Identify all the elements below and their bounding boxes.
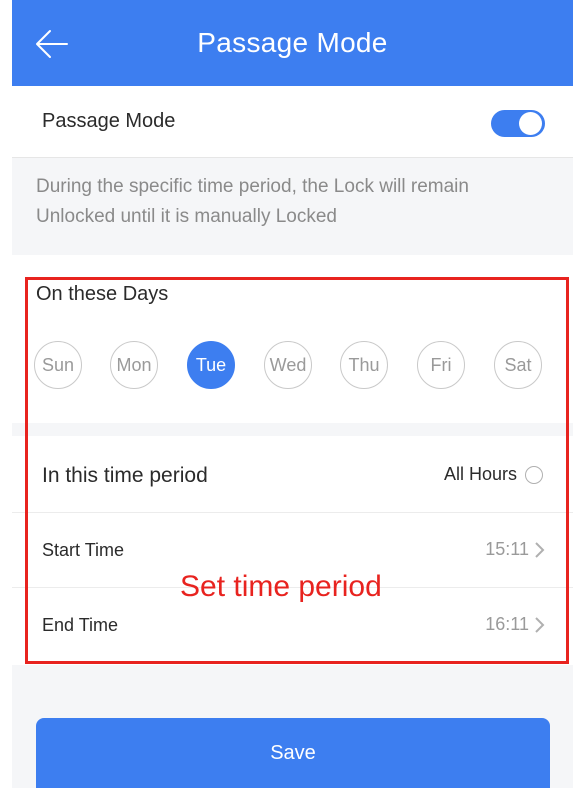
time-period-row: In this time period All Hours	[12, 436, 573, 513]
passage-mode-label: Passage Mode	[42, 110, 176, 132]
end-time-label: End Time	[42, 615, 119, 635]
end-time-value: 16:11	[485, 614, 529, 634]
all-hours-label: All Hours	[443, 464, 517, 484]
save-button[interactable]: Save	[36, 718, 550, 788]
day-tue-button[interactable]: Tue	[187, 341, 235, 389]
start-time-value: 15:11	[485, 539, 529, 559]
chevron-right-icon	[535, 616, 545, 633]
end-time-value-group: 16:11	[485, 614, 545, 635]
app-header: Passage Mode	[12, 0, 573, 86]
passage-mode-row: Passage Mode	[12, 86, 573, 158]
annotation-text: Set time period	[180, 570, 382, 603]
chevron-right-icon	[535, 541, 545, 558]
passage-mode-toggle[interactable]	[491, 110, 545, 137]
day-selector: Sun Mon Tue Wed Thu Fri Sat	[34, 341, 554, 389]
start-time-label: Start Time	[42, 540, 125, 560]
day-mon-button[interactable]: Mon	[110, 341, 158, 389]
day-thu-button[interactable]: Thu	[340, 341, 388, 389]
day-sat-button[interactable]: Sat	[494, 341, 542, 389]
time-period-label: In this time period	[42, 464, 208, 487]
all-hours-option[interactable]: All Hours	[444, 464, 543, 485]
days-title: On these Days	[36, 283, 169, 305]
toggle-knob	[519, 112, 542, 135]
passage-mode-description: During the specific time period, the Loc…	[36, 176, 469, 227]
day-sun-button[interactable]: Sun	[34, 341, 82, 389]
day-fri-button[interactable]: Fri	[417, 341, 465, 389]
days-section: On these Days Sun Mon Tue Wed Thu Fri Sa…	[12, 255, 573, 423]
start-time-value-group: 15:11	[485, 539, 545, 560]
all-hours-radio[interactable]	[525, 465, 543, 484]
time-section: In this time period All Hours Start Time…	[12, 436, 573, 665]
page-title: Passage Mode	[197, 27, 388, 58]
passage-mode-screen: Passage Mode Passage Mode During the spe…	[12, 0, 573, 788]
day-wed-button[interactable]: Wed	[264, 341, 312, 389]
